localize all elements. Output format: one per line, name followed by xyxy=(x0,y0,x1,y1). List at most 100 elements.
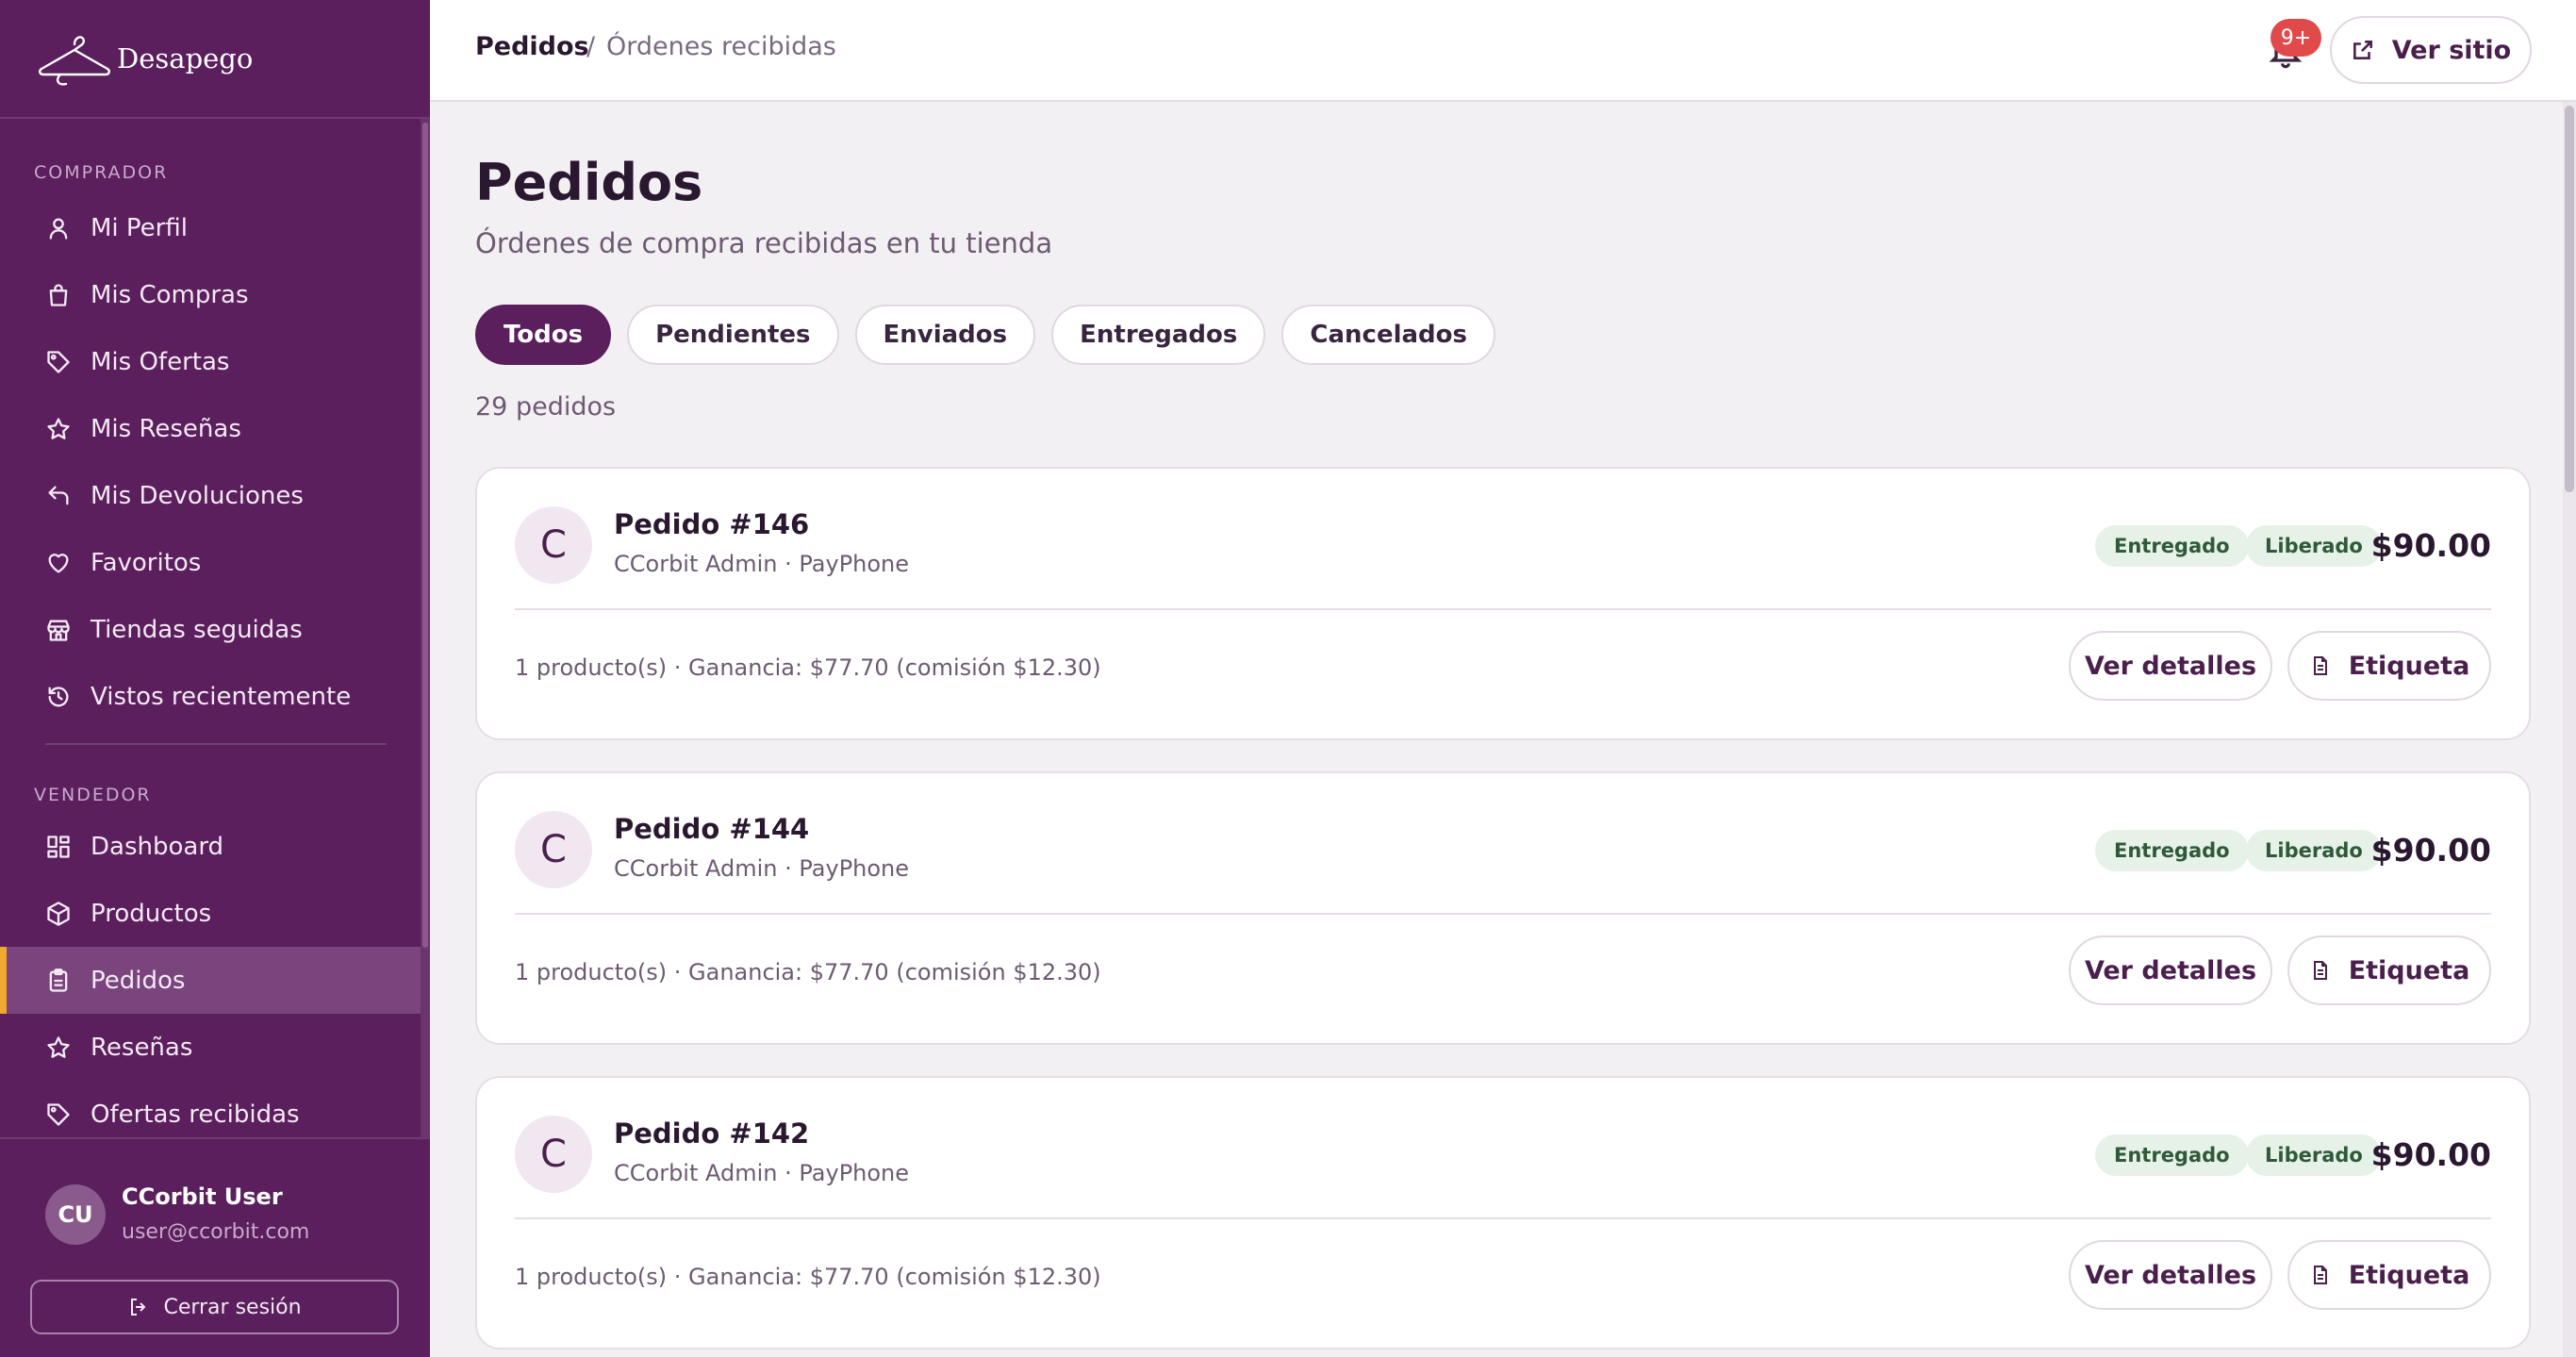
order-price: $90.00 xyxy=(2370,832,2491,869)
page-subtitle: Órdenes de compra recibidas en tu tienda xyxy=(475,227,1053,259)
sidebar-item-mis-ofertas[interactable]: Mis Ofertas xyxy=(0,328,421,395)
page-scrollbar-thumb[interactable] xyxy=(2565,106,2574,492)
clipboard-icon xyxy=(45,968,72,994)
payout-badge: Liberado xyxy=(2246,525,2382,567)
status-badge: Entregado xyxy=(2095,525,2249,567)
tag-icon xyxy=(45,1101,72,1128)
orders-count: 29 pedidos xyxy=(475,392,617,422)
tag-icon xyxy=(45,349,72,375)
shipping-label-text: Etiqueta xyxy=(2348,1260,2470,1290)
logout-icon xyxy=(131,1299,146,1316)
order-meta: CCorbit Admin · PayPhone xyxy=(614,551,910,577)
star-icon xyxy=(45,416,72,442)
notification-badge[interactable]: 9+ xyxy=(2271,19,2321,57)
logout-button[interactable]: Cerrar sesión xyxy=(30,1280,399,1334)
sidebar-item-ofertas-recibidas[interactable]: Ofertas recibidas xyxy=(0,1081,421,1137)
avatar[interactable]: CU xyxy=(45,1184,106,1245)
card-divider xyxy=(515,608,2491,610)
page-title: Pedidos xyxy=(475,153,703,212)
dashboard-icon xyxy=(45,834,72,860)
sidebar-item-label: Vistos recientemente xyxy=(91,682,352,711)
view-site-label: Ver sitio xyxy=(2391,35,2512,65)
view-details-button[interactable]: Ver detalles xyxy=(2069,1240,2272,1310)
breadcrumb-separator: / xyxy=(586,32,596,61)
external-link-icon xyxy=(2353,41,2372,59)
return-arrow-icon xyxy=(45,483,72,509)
shopping-bag-icon xyxy=(45,282,72,308)
section-label-seller: VENDEDOR xyxy=(34,785,152,805)
status-filter-tabs: Todos Pendientes Enviados Entregados Can… xyxy=(475,305,1495,365)
user-name: CCorbit User xyxy=(122,1183,283,1210)
sidebar-item-pedidos[interactable]: Pedidos xyxy=(0,947,421,1014)
buyer-avatar: C xyxy=(515,811,592,888)
sidebar-item-dashboard[interactable]: Dashboard xyxy=(0,813,421,880)
card-divider xyxy=(515,913,2491,915)
status-badge: Entregado xyxy=(2095,830,2249,871)
sidebar-item-vistos-recientemente[interactable]: Vistos recientemente xyxy=(0,663,421,730)
sidebar-item-mi-perfil[interactable]: Mi Perfil xyxy=(0,194,421,261)
shipping-label-button[interactable]: Etiqueta xyxy=(2287,1240,2491,1310)
sidebar-item-label: Dashboard xyxy=(91,832,224,861)
buyer-avatar: C xyxy=(515,1116,592,1193)
sidebar-item-mis-resenas[interactable]: Mis Reseñas xyxy=(0,395,421,462)
sidebar-item-label: Mis Ofertas xyxy=(91,347,230,376)
sidebar-item-productos[interactable]: Productos xyxy=(0,880,421,947)
shipping-label-text: Etiqueta xyxy=(2348,955,2470,985)
section-label-buyer: COMPRADOR xyxy=(34,162,169,183)
view-site-button[interactable]: Ver sitio xyxy=(2330,16,2532,84)
order-summary: 1 producto(s) · Ganancia: $77.70 (comisi… xyxy=(515,654,1101,681)
sidebar-scrollbar-thumb[interactable] xyxy=(422,123,428,948)
view-details-button[interactable]: Ver detalles xyxy=(2069,935,2272,1005)
sidebar-item-mis-compras[interactable]: Mis Compras xyxy=(0,261,421,328)
filter-enviados[interactable]: Enviados xyxy=(854,305,1036,365)
order-meta: CCorbit Admin · PayPhone xyxy=(614,1160,910,1186)
logout-label: Cerrar sesión xyxy=(163,1295,302,1319)
order-card: C Pedido #144 CCorbit Admin · PayPhone E… xyxy=(475,771,2531,1045)
card-divider xyxy=(515,1217,2491,1219)
sidebar-item-label: Favoritos xyxy=(91,548,202,577)
heart-icon xyxy=(45,550,72,576)
star-icon xyxy=(45,1034,72,1061)
sidebar-nav: COMPRADOR Mi Perfil Mis Compras Mis Ofer… xyxy=(0,119,421,1137)
sidebar-item-label: Mis Reseñas xyxy=(91,414,241,443)
sidebar-item-resenas[interactable]: Reseñas xyxy=(0,1014,421,1081)
filter-todos[interactable]: Todos xyxy=(475,305,612,365)
sidebar-item-favoritos[interactable]: Favoritos xyxy=(0,529,421,596)
filter-pendientes[interactable]: Pendientes xyxy=(627,305,839,365)
view-details-button[interactable]: Ver detalles xyxy=(2069,631,2272,701)
shipping-label-button[interactable]: Etiqueta xyxy=(2287,631,2491,701)
document-icon xyxy=(2313,961,2327,980)
order-summary: 1 producto(s) · Ganancia: $77.70 (comisi… xyxy=(515,1264,1101,1290)
payout-badge: Liberado xyxy=(2246,830,2382,871)
buyer-avatar: C xyxy=(515,506,592,584)
box-icon xyxy=(45,901,72,927)
brand-name: Desapego xyxy=(117,42,254,74)
filter-cancelados[interactable]: Cancelados xyxy=(1281,305,1495,365)
sidebar-item-label: Pedidos xyxy=(91,966,186,995)
brand-logo[interactable]: Desapego xyxy=(0,0,430,119)
order-card: C Pedido #146 CCorbit Admin · PayPhone E… xyxy=(475,467,2531,740)
order-title: Pedido #142 xyxy=(614,1117,810,1150)
order-meta: CCorbit Admin · PayPhone xyxy=(614,855,910,882)
payout-badge: Liberado xyxy=(2246,1134,2382,1176)
sidebar-item-mis-devoluciones[interactable]: Mis Devoluciones xyxy=(0,462,421,529)
document-icon xyxy=(2313,656,2327,675)
shipping-label-button[interactable]: Etiqueta xyxy=(2287,935,2491,1005)
order-card: C Pedido #142 CCorbit Admin · PayPhone E… xyxy=(475,1076,2531,1349)
sidebar-item-label: Productos xyxy=(91,899,212,928)
order-summary: 1 producto(s) · Ganancia: $77.70 (comisi… xyxy=(515,959,1101,985)
user-icon xyxy=(45,215,72,241)
sidebar-item-label: Tiendas seguidas xyxy=(91,615,303,644)
order-price: $90.00 xyxy=(2370,1136,2491,1173)
sidebar-item-label: Mi Perfil xyxy=(91,213,188,242)
filter-entregados[interactable]: Entregados xyxy=(1051,305,1266,365)
sidebar-item-label: Ofertas recibidas xyxy=(91,1100,300,1129)
sidebar-item-tiendas-seguidas[interactable]: Tiendas seguidas xyxy=(0,596,421,663)
sidebar-item-label: Mis Devoluciones xyxy=(91,481,304,510)
user-email: user@ccorbit.com xyxy=(122,1220,310,1244)
breadcrumb-main[interactable]: Pedidos xyxy=(475,32,589,61)
sidebar: Desapego COMPRADOR Mi Perfil Mis Compras… xyxy=(0,0,430,1357)
breadcrumb-current: Órdenes recibidas xyxy=(606,32,836,61)
top-header: Pedidos / Órdenes recibidas 9+ Ver sitio xyxy=(430,0,2576,102)
user-panel: CU CCorbit User user@ccorbit.com Cerrar … xyxy=(0,1137,430,1357)
